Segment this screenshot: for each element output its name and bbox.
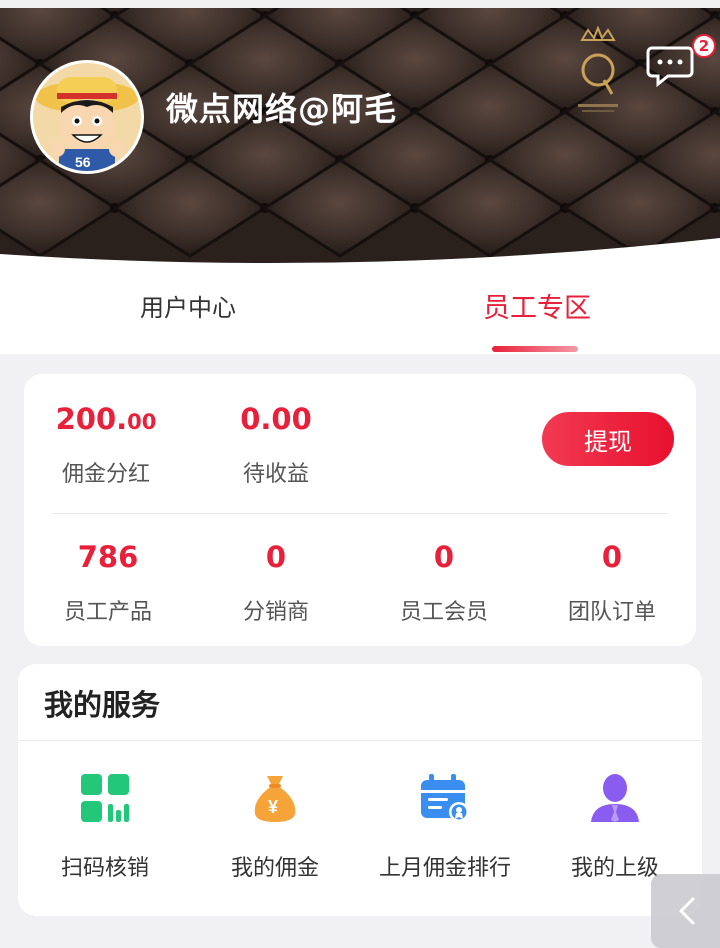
withdraw-button[interactable]: 提现: [542, 412, 674, 466]
services-card: 我的服务 扫码核销 ¥ 我的佣金 上月佣金排行 我的上级: [18, 664, 702, 916]
earnings-card: 200.00 佣金分红 0.00 待收益 提现 786 员工产品 0 分销商 0…: [24, 374, 696, 646]
avatar-image: 56: [33, 63, 141, 171]
avatar[interactable]: 56: [30, 60, 144, 174]
count-staff-products[interactable]: 786 员工产品: [38, 540, 178, 626]
message-badge: 2: [692, 34, 716, 58]
count-distributors[interactable]: 0 分销商: [206, 540, 346, 626]
tab-user-center[interactable]: 用户中心: [140, 288, 236, 323]
service-my-commission[interactable]: ¥ 我的佣金: [190, 772, 360, 882]
count-value: 0: [265, 540, 287, 574]
service-my-superior[interactable]: 我的上级: [530, 772, 700, 882]
count-label: 员工会员: [399, 600, 488, 625]
count-value: 0: [601, 540, 623, 574]
service-last-month-ranking[interactable]: 上月佣金排行: [360, 772, 530, 882]
count-value: 786: [77, 540, 139, 574]
pending-label: 待收益: [242, 462, 309, 487]
service-scan-verify[interactable]: 扫码核销: [20, 772, 190, 882]
chevron-left-icon: [679, 897, 695, 925]
count-team-orders[interactable]: 0 团队订单: [542, 540, 682, 626]
superior-user-icon: [591, 774, 639, 822]
pending-value: 0.00: [240, 402, 312, 436]
username: 微点网络@阿毛: [166, 90, 398, 128]
count-value: 0: [433, 540, 455, 574]
service-label: 上月佣金排行: [378, 856, 511, 881]
chat-bubble-icon[interactable]: [646, 44, 694, 88]
svg-text:¥: ¥: [268, 797, 278, 817]
queen-crown-logo: [578, 26, 618, 112]
commission-value: 200.00: [55, 402, 157, 436]
tab-staff-zone[interactable]: 员工专区: [483, 286, 591, 325]
count-label: 团队订单: [567, 600, 656, 625]
scan-verify-icon: [81, 774, 129, 822]
status-strip: [0, 0, 720, 8]
service-label: 我的佣金: [230, 856, 319, 881]
commission-label: 佣金分红: [61, 462, 150, 487]
money-bag-icon: ¥: [254, 776, 296, 822]
count-label: 分销商: [242, 600, 309, 625]
back-button[interactable]: [651, 874, 720, 948]
active-tab-indicator: [492, 346, 578, 352]
tab-bar: 用户中心 员工专区: [0, 270, 720, 354]
count-staff-members[interactable]: 0 员工会员: [374, 540, 514, 626]
profile-header: 56 微点网络@阿毛 2: [0, 8, 720, 270]
divider: [52, 513, 668, 514]
pending-stat[interactable]: 0.00 待收益: [216, 402, 336, 488]
svg-text:56: 56: [75, 154, 91, 170]
commission-stat[interactable]: 200.00 佣金分红: [46, 402, 166, 488]
calendar-ranking-icon: [421, 774, 469, 822]
divider: [18, 740, 702, 741]
service-label: 扫码核销: [60, 856, 149, 881]
count-label: 员工产品: [63, 600, 152, 625]
services-title: 我的服务: [44, 688, 161, 722]
